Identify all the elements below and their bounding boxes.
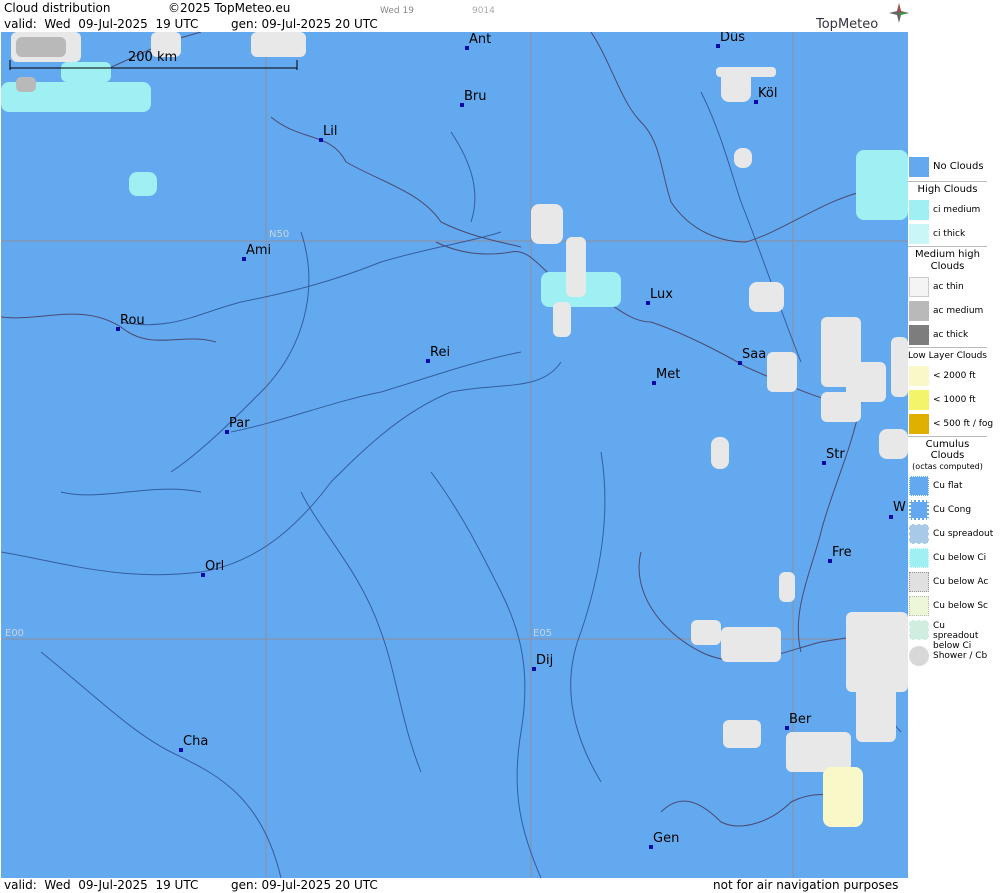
footer-valid-time: valid: Wed 09-Jul-2025 19 UTC xyxy=(4,878,199,892)
city-label-ant: Ant xyxy=(469,32,492,47)
legend-ac-thin: ac thin xyxy=(933,282,964,292)
cu-flat-swatch xyxy=(909,476,929,496)
compass-icon xyxy=(889,3,909,23)
low-1000-swatch xyxy=(909,390,929,410)
no-clouds-swatch xyxy=(909,157,929,177)
city-label-cha: Cha xyxy=(183,734,209,749)
legend-no-clouds: No Clouds xyxy=(933,161,984,172)
legend-cumulus-sub: (octas computed) xyxy=(912,462,983,471)
city-label-met: Met xyxy=(656,367,681,382)
city-label-gen: Gen xyxy=(653,831,680,846)
legend-cumulus-heading: Cumulus Clouds (octas computed) xyxy=(908,436,987,474)
cu-cong-swatch xyxy=(909,500,929,520)
cloud-map[interactable]: 200 km N50 E00 E05 Ant Düs Bru Köl Lil A… xyxy=(1,32,908,878)
city-label-bru: Bru xyxy=(464,89,487,104)
city-label-lux: Lux xyxy=(650,287,673,302)
legend-low-layer-heading: Low Layer Clouds xyxy=(908,347,987,364)
city-label-par: Par xyxy=(229,416,250,431)
brand-logo: TopMeteo xyxy=(816,17,879,32)
grid-label-e05: E05 xyxy=(533,628,553,639)
city-marker xyxy=(889,515,893,519)
legend-cu-cong: Cu Cong xyxy=(933,505,972,515)
legend-shower: Shower / Cb xyxy=(933,651,988,661)
city-label-lil: Lil xyxy=(323,124,338,139)
generated-time: gen: 09-Jul-2025 20 UTC xyxy=(231,17,378,31)
city-label-dus: Düs xyxy=(720,32,746,45)
legend-ci-thick: ci thick xyxy=(933,229,966,239)
low-2000-swatch xyxy=(909,366,929,386)
ac-thick-swatch xyxy=(909,325,929,345)
legend-ac-medium: ac medium xyxy=(933,306,984,316)
grid-label-n50: N50 xyxy=(269,229,290,240)
cu-below-ac-swatch xyxy=(909,572,929,592)
city-label-rei: Rei xyxy=(430,345,451,360)
valid-time: valid: Wed 09-Jul-2025 19 UTC xyxy=(4,17,199,31)
grid-label-e00: E00 xyxy=(5,628,25,639)
map-geography xyxy=(1,32,908,878)
legend-panel: No Clouds High Clouds ci medium ci thick… xyxy=(908,155,993,668)
city-label-dij: Dij xyxy=(536,653,554,668)
legend-ci-medium: ci medium xyxy=(933,205,981,215)
city-label-ami: Ami xyxy=(246,243,272,258)
ac-thin-swatch xyxy=(909,277,929,297)
legend-cumulus-title: Cumulus Clouds xyxy=(925,439,970,461)
legend-cu-below-ac: Cu below Ac xyxy=(933,577,989,587)
city-label-fre: Fre xyxy=(832,545,852,560)
legend-low-1000: < 1000 ft xyxy=(933,395,976,405)
low-500-swatch xyxy=(909,414,929,434)
city-label-saa: Saa xyxy=(742,347,767,362)
city-label-rou: Rou xyxy=(120,313,145,328)
cu-below-sc-swatch xyxy=(909,596,929,616)
cu-below-ci-swatch xyxy=(909,548,929,568)
city-label-str: Str xyxy=(826,447,845,462)
ci-medium-swatch xyxy=(909,200,929,220)
tab-day: Wed 19 xyxy=(380,6,414,16)
tab-code: 9014 xyxy=(472,6,495,16)
ci-thick-swatch xyxy=(909,224,929,244)
scale-label: 200 km xyxy=(128,50,178,65)
legend-ac-thick: ac thick xyxy=(933,330,969,340)
city-label-kol: Köl xyxy=(758,86,778,101)
legend-cu-below-ci: Cu below Ci xyxy=(933,553,987,563)
legend-cu-below-sc: Cu below Sc xyxy=(933,601,988,611)
legend-low-500: < 500 ft / fog xyxy=(933,419,994,429)
city-label-w: W xyxy=(893,500,906,515)
cu-spreadout-swatch xyxy=(909,524,929,544)
legend-high-clouds-heading: High Clouds xyxy=(908,181,987,198)
shower-swatch xyxy=(909,646,929,666)
legend-medium-high-heading: Medium high Clouds xyxy=(908,246,987,275)
footer-generated-time: gen: 09-Jul-2025 20 UTC xyxy=(231,878,378,892)
ac-medium-swatch xyxy=(909,301,929,321)
city-label-ber: Ber xyxy=(789,712,812,727)
disclaimer: not for air navigation purposes xyxy=(713,878,899,892)
map-title: Cloud distribution xyxy=(4,1,111,15)
copyright: ©2025 TopMeteo.eu xyxy=(168,1,291,15)
legend-cu-flat: Cu flat xyxy=(933,481,963,491)
legend-low-2000: < 2000 ft xyxy=(933,371,976,381)
cu-spreadout-below-ci-swatch xyxy=(909,620,929,640)
city-label-orl: Orl xyxy=(205,559,225,574)
legend-cu-spreadout: Cu spreadout xyxy=(933,529,994,539)
